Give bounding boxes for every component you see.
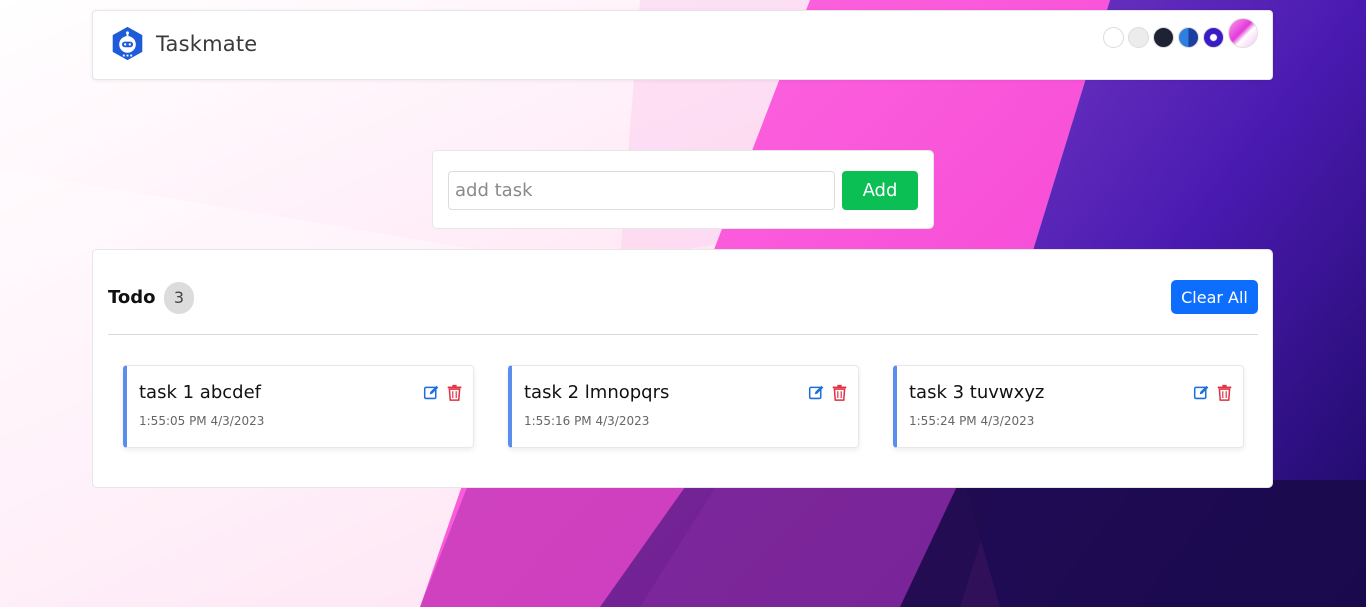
task-title: task 3 tuvwxyz	[909, 382, 1045, 403]
theme-light-swatch[interactable]	[1103, 27, 1124, 48]
theme-light-gray-swatch[interactable]	[1128, 27, 1149, 48]
theme-purple-swatch[interactable]	[1203, 27, 1224, 48]
task-card: task 3 tuvwxyz 1:55:24 PM 4/3/2023	[893, 365, 1244, 448]
clear-all-button[interactable]: Clear All	[1171, 280, 1258, 314]
brand[interactable]: Taskmate	[109, 25, 257, 62]
task-timestamp: 1:55:05 PM 4/3/2023	[139, 414, 265, 428]
theme-blue-swatch[interactable]	[1178, 27, 1199, 48]
edit-icon[interactable]	[1193, 384, 1210, 401]
robot-logo-icon	[112, 26, 143, 61]
divider	[108, 334, 1258, 335]
theme-pink-gradient-swatch[interactable]	[1228, 17, 1258, 48]
add-button[interactable]: Add	[842, 171, 918, 210]
delete-icon[interactable]	[446, 384, 463, 401]
theme-dark-swatch[interactable]	[1153, 27, 1174, 48]
edit-icon[interactable]	[808, 384, 825, 401]
task-timestamp: 1:55:16 PM 4/3/2023	[524, 414, 650, 428]
theme-switcher	[1103, 17, 1258, 48]
task-title: task 1 abcdef	[139, 382, 261, 403]
task-actions	[808, 384, 848, 401]
todo-title: Todo	[108, 287, 156, 308]
edit-icon[interactable]	[423, 384, 440, 401]
task-card: task 2 lmnopqrs 1:55:16 PM 4/3/2023	[508, 365, 859, 448]
task-count-badge: 3	[164, 282, 194, 314]
task-title: task 2 lmnopqrs	[524, 382, 670, 403]
add-task-form: Add	[432, 150, 934, 229]
todo-panel: Todo 3 Clear All task 1 abcdef 1:55:05 P…	[92, 249, 1273, 488]
task-actions	[423, 384, 463, 401]
task-input[interactable]	[448, 171, 835, 210]
task-actions	[1193, 384, 1233, 401]
delete-icon[interactable]	[1216, 384, 1233, 401]
task-card: task 1 abcdef 1:55:05 PM 4/3/2023	[123, 365, 474, 448]
delete-icon[interactable]	[831, 384, 848, 401]
task-timestamp: 1:55:24 PM 4/3/2023	[909, 414, 1035, 428]
app-name: Taskmate	[156, 31, 258, 56]
top-navbar: Taskmate	[92, 10, 1273, 80]
